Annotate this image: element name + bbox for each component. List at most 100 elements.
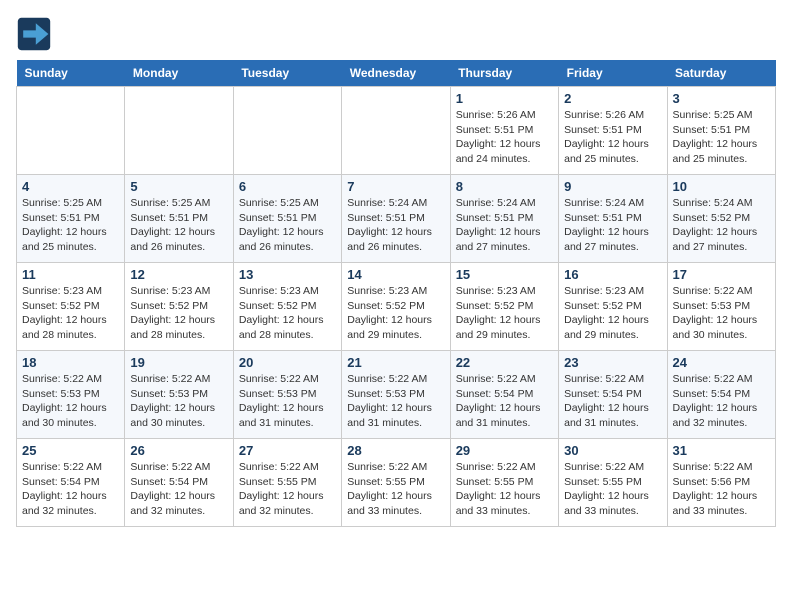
day-info: Sunrise: 5:22 AM Sunset: 5:55 PM Dayligh… — [239, 460, 336, 519]
empty-cell — [17, 87, 125, 175]
day-cell-26: 26 Sunrise: 5:22 AM Sunset: 5:54 PM Dayli… — [125, 439, 233, 527]
day-number: 7 — [347, 179, 444, 194]
day-number: 17 — [673, 267, 770, 282]
day-info: Sunrise: 5:25 AM Sunset: 5:51 PM Dayligh… — [22, 196, 119, 255]
day-number: 16 — [564, 267, 661, 282]
day-info: Sunrise: 5:24 AM Sunset: 5:51 PM Dayligh… — [564, 196, 661, 255]
day-number: 12 — [130, 267, 227, 282]
calendar-week-2: 4 Sunrise: 5:25 AM Sunset: 5:51 PM Daylig… — [17, 175, 776, 263]
day-info: Sunrise: 5:26 AM Sunset: 5:51 PM Dayligh… — [564, 108, 661, 167]
day-info: Sunrise: 5:22 AM Sunset: 5:53 PM Dayligh… — [22, 372, 119, 431]
calendar-week-5: 25 Sunrise: 5:22 AM Sunset: 5:54 PM Dayli… — [17, 439, 776, 527]
day-number: 26 — [130, 443, 227, 458]
day-number: 27 — [239, 443, 336, 458]
day-info: Sunrise: 5:22 AM Sunset: 5:54 PM Dayligh… — [564, 372, 661, 431]
day-number: 15 — [456, 267, 553, 282]
day-number: 8 — [456, 179, 553, 194]
day-number: 22 — [456, 355, 553, 370]
day-info: Sunrise: 5:22 AM Sunset: 5:53 PM Dayligh… — [673, 284, 770, 343]
day-cell-21: 21 Sunrise: 5:22 AM Sunset: 5:53 PM Dayli… — [342, 351, 450, 439]
day-number: 14 — [347, 267, 444, 282]
day-cell-2: 2 Sunrise: 5:26 AM Sunset: 5:51 PM Daylig… — [559, 87, 667, 175]
day-number: 10 — [673, 179, 770, 194]
day-cell-12: 12 Sunrise: 5:23 AM Sunset: 5:52 PM Dayli… — [125, 263, 233, 351]
day-info: Sunrise: 5:22 AM Sunset: 5:55 PM Dayligh… — [456, 460, 553, 519]
day-cell-13: 13Sunrise: 5:23 AM Sunset: 5:52 PM Dayli… — [233, 263, 341, 351]
day-cell-7: 7 Sunrise: 5:24 AM Sunset: 5:51 PM Daylig… — [342, 175, 450, 263]
day-info: Sunrise: 5:23 AM Sunset: 5:52 PM Dayligh… — [130, 284, 227, 343]
day-cell-31: 31 Sunrise: 5:22 AM Sunset: 5:56 PM Dayli… — [667, 439, 775, 527]
day-info: Sunrise: 5:22 AM Sunset: 5:55 PM Dayligh… — [564, 460, 661, 519]
day-info: Sunrise: 5:22 AM Sunset: 5:53 PM Dayligh… — [347, 372, 444, 431]
day-info: Sunrise: 5:23 AM Sunset: 5:52 PM Dayligh… — [456, 284, 553, 343]
day-info: Sunrise: 5:22 AM Sunset: 5:54 PM Dayligh… — [130, 460, 227, 519]
day-number: 23 — [564, 355, 661, 370]
day-cell-29: 29 Sunrise: 5:22 AM Sunset: 5:55 PM Dayli… — [450, 439, 558, 527]
day-number: 28 — [347, 443, 444, 458]
weekday-friday: Friday — [559, 60, 667, 87]
day-number: 24 — [673, 355, 770, 370]
day-number: 2 — [564, 91, 661, 106]
day-info: Sunrise: 5:25 AM Sunset: 5:51 PM Dayligh… — [239, 196, 336, 255]
page-header — [16, 16, 776, 52]
day-number: 21 — [347, 355, 444, 370]
day-cell-6: 6 Sunrise: 5:25 AM Sunset: 5:51 PM Daylig… — [233, 175, 341, 263]
weekday-header-row: SundayMondayTuesdayWednesdayThursdayFrid… — [17, 60, 776, 87]
day-info: Sunrise: 5:26 AM Sunset: 5:51 PM Dayligh… — [456, 108, 553, 167]
calendar-table: SundayMondayTuesdayWednesdayThursdayFrid… — [16, 60, 776, 527]
day-info: Sunrise: 5:24 AM Sunset: 5:51 PM Dayligh… — [456, 196, 553, 255]
day-info: Sunrise: 5:23 AM Sunset: 5:52 PM Dayligh… — [239, 284, 336, 343]
day-cell-4: 4 Sunrise: 5:25 AM Sunset: 5:51 PM Daylig… — [17, 175, 125, 263]
day-number: 29 — [456, 443, 553, 458]
day-number: 11 — [22, 267, 119, 282]
calendar-week-4: 18 Sunrise: 5:22 AM Sunset: 5:53 PM Dayli… — [17, 351, 776, 439]
logo — [16, 16, 56, 52]
day-number: 18 — [22, 355, 119, 370]
calendar-week-3: 11 Sunrise: 5:23 AM Sunset: 5:52 PM Dayli… — [17, 263, 776, 351]
day-info: Sunrise: 5:24 AM Sunset: 5:52 PM Dayligh… — [673, 196, 770, 255]
day-info: Sunrise: 5:23 AM Sunset: 5:52 PM Dayligh… — [347, 284, 444, 343]
day-number: 30 — [564, 443, 661, 458]
day-number: 4 — [22, 179, 119, 194]
day-number: 31 — [673, 443, 770, 458]
day-cell-18: 18 Sunrise: 5:22 AM Sunset: 5:53 PM Dayli… — [17, 351, 125, 439]
day-cell-5: 5Sunrise: 5:25 AM Sunset: 5:51 PM Daylig… — [125, 175, 233, 263]
day-cell-16: 16Sunrise: 5:23 AM Sunset: 5:52 PM Dayli… — [559, 263, 667, 351]
day-cell-1: 1 Sunrise: 5:26 AM Sunset: 5:51 PM Daylig… — [450, 87, 558, 175]
day-cell-17: 17 Sunrise: 5:22 AM Sunset: 5:53 PM Dayli… — [667, 263, 775, 351]
day-number: 5 — [130, 179, 227, 194]
day-info: Sunrise: 5:22 AM Sunset: 5:55 PM Dayligh… — [347, 460, 444, 519]
day-cell-22: 22 Sunrise: 5:22 AM Sunset: 5:54 PM Dayli… — [450, 351, 558, 439]
day-info: Sunrise: 5:24 AM Sunset: 5:51 PM Dayligh… — [347, 196, 444, 255]
day-number: 6 — [239, 179, 336, 194]
day-number: 9 — [564, 179, 661, 194]
weekday-monday: Monday — [125, 60, 233, 87]
day-cell-23: 23 Sunrise: 5:22 AM Sunset: 5:54 PM Dayli… — [559, 351, 667, 439]
weekday-sunday: Sunday — [17, 60, 125, 87]
day-cell-28: 28 Sunrise: 5:22 AM Sunset: 5:55 PM Dayli… — [342, 439, 450, 527]
calendar-week-1: 1 Sunrise: 5:26 AM Sunset: 5:51 PM Daylig… — [17, 87, 776, 175]
calendar-body: 1 Sunrise: 5:26 AM Sunset: 5:51 PM Daylig… — [17, 87, 776, 527]
empty-cell — [233, 87, 341, 175]
day-info: Sunrise: 5:22 AM Sunset: 5:56 PM Dayligh… — [673, 460, 770, 519]
day-info: Sunrise: 5:22 AM Sunset: 5:54 PM Dayligh… — [456, 372, 553, 431]
day-number: 1 — [456, 91, 553, 106]
empty-cell — [342, 87, 450, 175]
day-info: Sunrise: 5:22 AM Sunset: 5:54 PM Dayligh… — [22, 460, 119, 519]
day-number: 25 — [22, 443, 119, 458]
day-number: 3 — [673, 91, 770, 106]
day-cell-3: 3Sunrise: 5:25 AM Sunset: 5:51 PM Daylig… — [667, 87, 775, 175]
weekday-wednesday: Wednesday — [342, 60, 450, 87]
day-cell-25: 25 Sunrise: 5:22 AM Sunset: 5:54 PM Dayli… — [17, 439, 125, 527]
day-cell-8: 8 Sunrise: 5:24 AM Sunset: 5:51 PM Daylig… — [450, 175, 558, 263]
day-cell-30: 30 Sunrise: 5:22 AM Sunset: 5:55 PM Dayli… — [559, 439, 667, 527]
day-info: Sunrise: 5:22 AM Sunset: 5:53 PM Dayligh… — [239, 372, 336, 431]
day-cell-20: 20 Sunrise: 5:22 AM Sunset: 5:53 PM Dayli… — [233, 351, 341, 439]
day-cell-11: 11Sunrise: 5:23 AM Sunset: 5:52 PM Dayli… — [17, 263, 125, 351]
day-number: 20 — [239, 355, 336, 370]
day-info: Sunrise: 5:22 AM Sunset: 5:54 PM Dayligh… — [673, 372, 770, 431]
day-cell-27: 27 Sunrise: 5:22 AM Sunset: 5:55 PM Dayli… — [233, 439, 341, 527]
weekday-saturday: Saturday — [667, 60, 775, 87]
day-cell-19: 19Sunrise: 5:22 AM Sunset: 5:53 PM Dayli… — [125, 351, 233, 439]
day-cell-10: 10 Sunrise: 5:24 AM Sunset: 5:52 PM Dayli… — [667, 175, 775, 263]
